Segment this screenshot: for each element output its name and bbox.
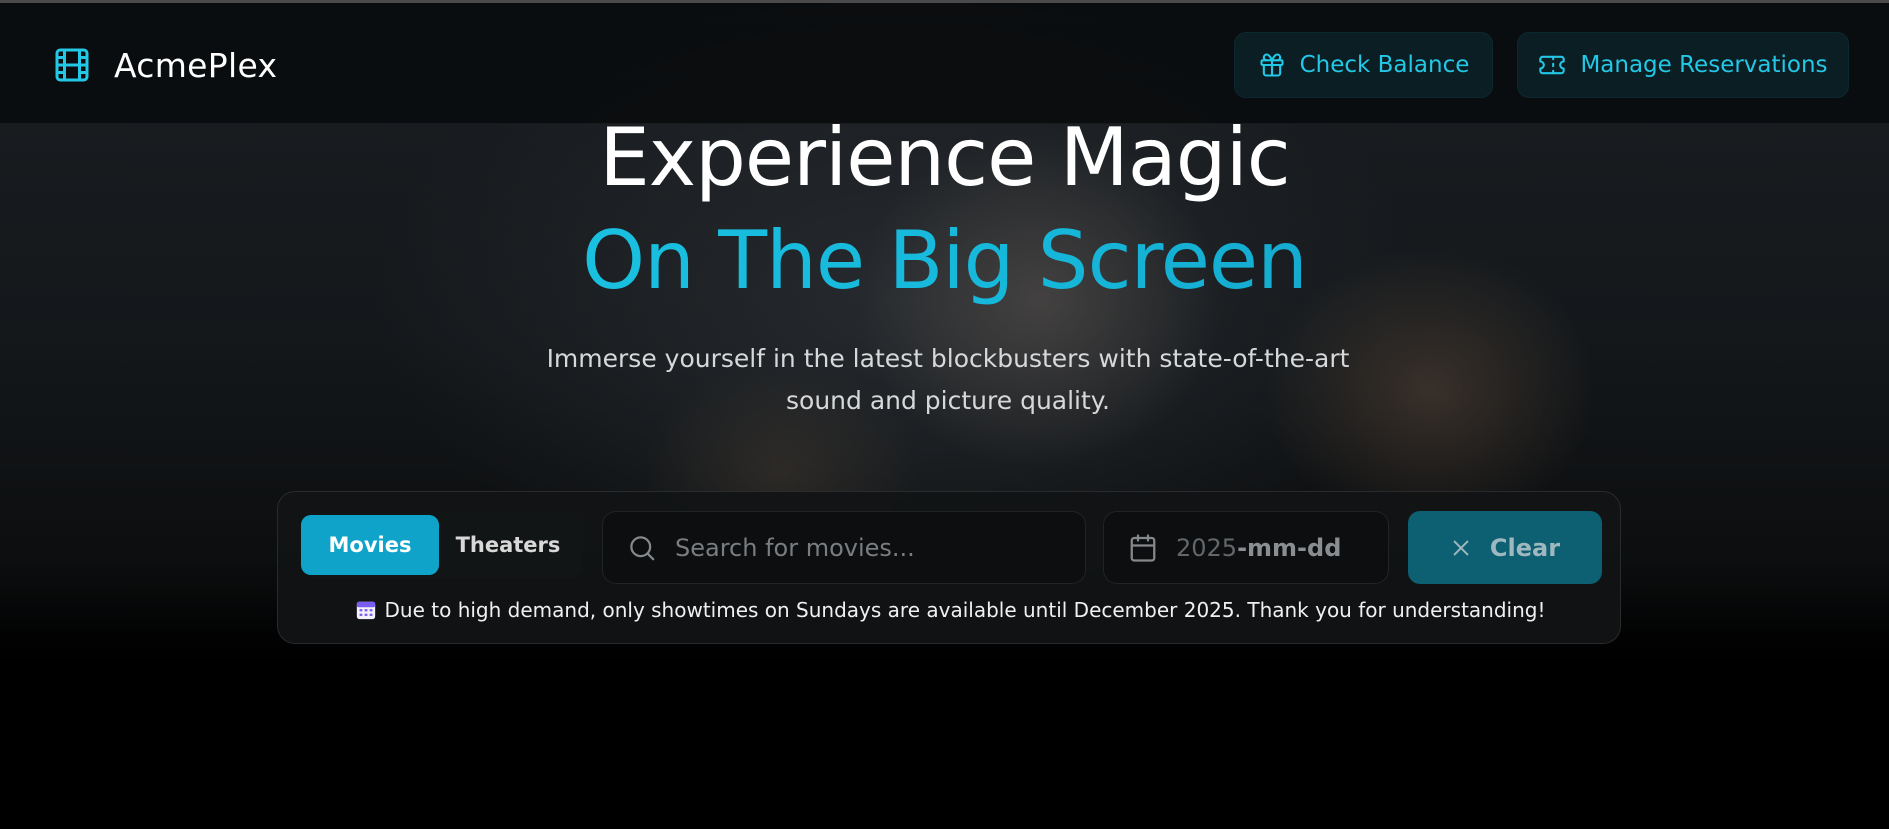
logo[interactable]: AcmePlex xyxy=(52,45,277,85)
close-icon xyxy=(1453,540,1469,555)
clear-button[interactable]: Clear xyxy=(1408,511,1602,584)
search-input[interactable] xyxy=(675,533,1055,562)
hero-title-line2: On The Big Screen xyxy=(0,211,1889,311)
manage-reservations-button[interactable]: Manage Reservations xyxy=(1517,32,1849,98)
window-top-edge xyxy=(0,0,1889,3)
calendar-emoji-icon xyxy=(356,601,375,620)
gift-icon xyxy=(1260,53,1284,77)
date-input-value[interactable]: 2025-mm-dd xyxy=(1176,534,1341,562)
date-placeholder: -mm-dd xyxy=(1237,533,1342,562)
hero-headline: Experience Magic On The Big Screen xyxy=(0,108,1889,311)
date-year: 2025 xyxy=(1176,533,1238,562)
showtime-notice: Due to high demand, only showtimes on Su… xyxy=(278,598,1622,622)
search-icon xyxy=(630,535,655,560)
check-balance-button[interactable]: Check Balance xyxy=(1234,32,1493,98)
search-field[interactable] xyxy=(602,511,1086,584)
hero-subtitle: Immerse yourself in the latest blockbust… xyxy=(546,344,1350,415)
navbar: AcmePlex Check Balance Manage Reservatio… xyxy=(0,3,1889,124)
app-name: AcmePlex xyxy=(114,45,278,85)
notice-text: Due to high demand, only showtimes on Su… xyxy=(384,598,1546,622)
tab-movies[interactable]: Movies xyxy=(301,515,439,575)
tab-theaters[interactable]: Theaters xyxy=(439,515,577,575)
calendar-icon xyxy=(1130,533,1156,562)
manage-reservations-label: Manage Reservations xyxy=(1580,52,1828,78)
ticket-icon xyxy=(1539,55,1566,75)
search-mode-toggle: Movies Theaters xyxy=(301,512,583,578)
clear-button-label: Clear xyxy=(1489,533,1561,562)
search-panel: Movies Theaters 2025-mm-dd Clear xyxy=(277,491,1621,644)
date-picker[interactable]: 2025-mm-dd xyxy=(1103,511,1389,584)
check-balance-label: Check Balance xyxy=(1299,52,1470,78)
film-icon xyxy=(55,48,89,82)
